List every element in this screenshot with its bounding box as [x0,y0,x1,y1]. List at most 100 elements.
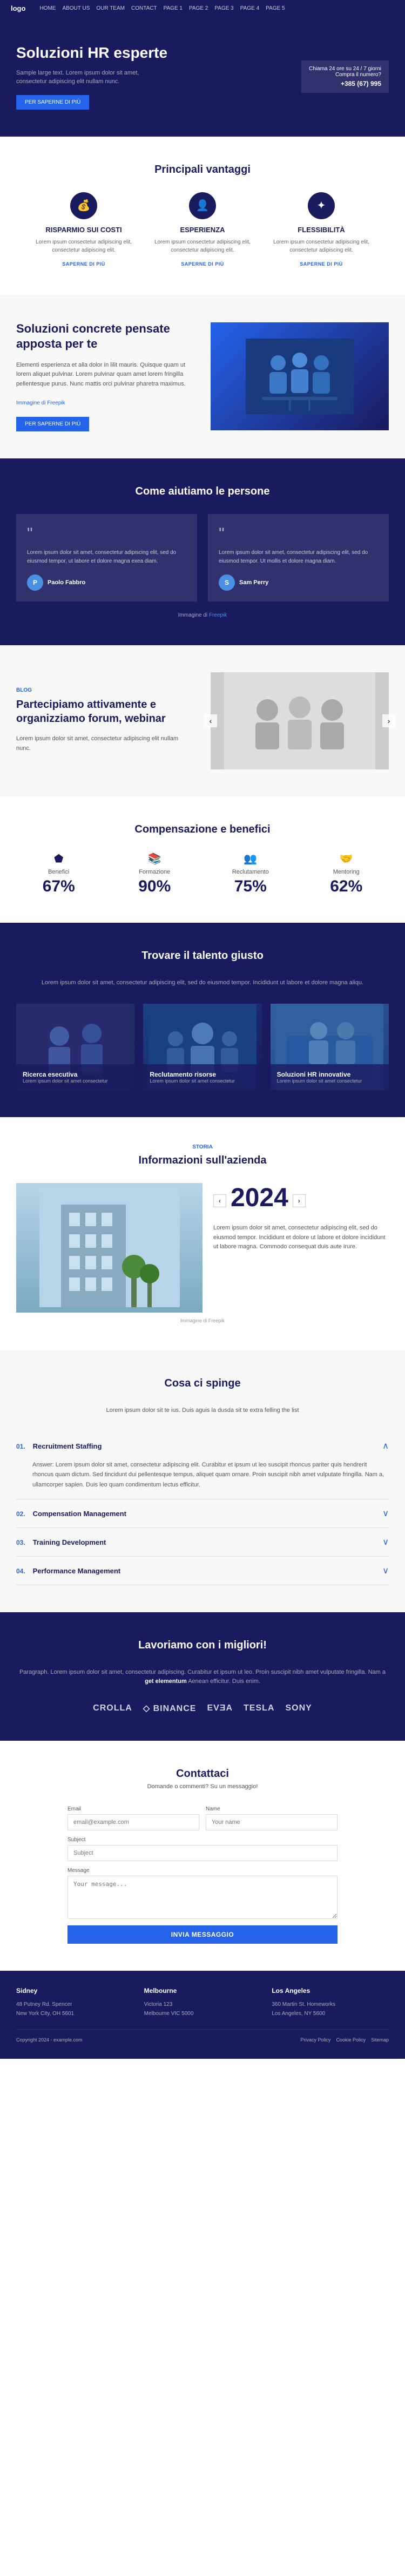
azienda-freepik-link[interactable]: Freepik [208,1318,225,1323]
eventi-content: BLOG Partecipiamo attivamente e organizz… [16,687,194,753]
footer-links: Privacy Policy Cookie Policy Sitemap [300,2037,389,2043]
soluzioni-section: Soluzioni concrete pensate apposta per t… [0,294,405,458]
accordion-item-2: 03. Training Development ∨ [16,1528,389,1557]
vantaggi-title: Principali vantaggi [16,164,389,176]
esperienza-link[interactable]: SAPERNE DI PIÙ [181,261,224,267]
carousel-next-button[interactable]: › [382,714,395,727]
name-label: Name [206,1806,338,1812]
nav-page5[interactable]: PAGE 5 [266,5,285,11]
vantaggio-item-flessibilita: ✦ FLESSIBILITÀ Lorem ipsum consectetur a… [267,192,375,267]
accordion-title-2: Training Development [33,1538,106,1546]
author-avatar-0: P [27,574,43,591]
footer-addr-0: 48 Putney Rd. SpencerNew York City, OH 5… [16,2000,133,2018]
accordion-arrow-2: ∨ [382,1537,389,1547]
nav-logo[interactable]: logo [11,4,25,12]
azienda-text: Lorem ipsum dolor sit amet, consectetur … [213,1223,389,1252]
talento-card-title-0: Ricerca esecutiva [23,1071,128,1078]
talento-card-text-2: Lorem ipsum dolor sit amet consectetur [277,1078,382,1084]
accordion-header-left-0: 01. Recruitment Staffing [16,1442,102,1450]
nav-page3[interactable]: PAGE 3 [214,5,233,11]
eventi-image [211,672,389,769]
name-input[interactable] [206,1814,338,1830]
comp-formazione: 📚 Formazione 90% [112,852,198,896]
soluzioni-cta-button[interactable]: PER SAPERNE DI PIÙ [16,417,89,431]
testimonial-item-1: " Lorem ipsum dolor sit amet, consectetu… [208,514,389,601]
footer-addr-2: 360 Martin St. HomeworksLos Angeles, NY … [272,2000,389,2018]
accordion-header-left-1: 02. Compensation Management [16,1509,126,1518]
talento-card-overlay-2: Soluzioni HR innovative Lorem ipsum dolo… [271,1064,389,1090]
testimonial-author-0: P Paolo Fabbro [27,574,186,591]
testimonials-section: Come aiutiamo le persone " Lorem ipsum d… [0,458,405,645]
partners-subtitle-post: Aenean efficitur. Duis enim. [188,1678,260,1685]
form-field-email: Email [68,1806,199,1830]
message-label: Message [68,1868,338,1874]
risparmio-icon: 💰 [70,192,97,219]
contatti-title: Contattaci [16,1768,389,1780]
footer-offices: Sidney 48 Putney Rd. SpencerNew York Cit… [16,1987,389,2018]
nav-page1[interactable]: PAGE 1 [164,5,183,11]
nav-page4[interactable]: PAGE 4 [240,5,259,11]
azienda-title: Informazioni sull'azienda [16,1154,389,1167]
email-input[interactable] [68,1814,199,1830]
eventi-tag: BLOG [16,687,194,693]
flessibilita-link[interactable]: SAPERNE DI PIÙ [300,261,343,267]
footer-office-sidney: Sidney 48 Putney Rd. SpencerNew York Cit… [16,1987,133,2018]
soluzioni-content: Soluzioni concrete pensate apposta per t… [16,321,194,431]
accordion-item-3: 04. Performance Management ∨ [16,1557,389,1585]
hero-contact-label: Chiama 24 ore su 24 / 7 giorni [309,66,381,72]
form-field-message: Message [68,1868,338,1919]
author-name-1: Sam Perry [239,579,268,586]
comp-benefici: ⬟ Benefici 67% [16,852,102,896]
soluzioni-image-link[interactable]: Immagine di Freepik [16,400,194,406]
footer-copyright: Copyright 2024 - example.com [16,2037,83,2043]
hero-contact-box: Chiama 24 ore su 24 / 7 giorni Compra il… [211,60,389,93]
eventi-section: BLOG Partecipiamo attivamente e organizz… [0,645,405,796]
benefici-value: 67% [16,877,102,896]
carousel-prev-button[interactable]: ‹ [204,714,217,727]
soluzioni-image [211,322,389,430]
message-textarea[interactable] [68,1876,338,1919]
formazione-icon: 📚 [112,852,198,866]
nav-home[interactable]: HOME [39,5,56,11]
azienda-prev-button[interactable]: ‹ [213,1194,226,1207]
mentoring-icon: 🤝 [304,852,389,866]
nav-about[interactable]: ABOUT US [62,5,90,11]
form-submit-button[interactable]: INVIA MESSAGGIO [68,1925,338,1944]
hero-cta-button[interactable]: PER SAPERNE DI PIÙ [16,95,89,110]
nav-team[interactable]: OUR TEAM [96,5,125,11]
partners-section: Lavoriamo con i migliori! Paragraph. Lor… [0,1612,405,1741]
accordion-header-2[interactable]: 03. Training Development ∨ [16,1528,389,1556]
nav-contact[interactable]: CONTACT [131,5,157,11]
comp-mentoring: 🤝 Mentoring 62% [304,852,389,896]
nav-page2[interactable]: PAGE 2 [189,5,208,11]
talento-card-title-2: Soluzioni HR innovative [277,1071,382,1078]
accordion-header-1[interactable]: 02. Compensation Management ∨ [16,1499,389,1527]
mentoring-label: Mentoring [304,869,389,875]
freepik-link[interactable]: Freepik [209,612,227,618]
accordion-header-0[interactable]: 01. Recruitment Staffing ∧ [16,1432,389,1460]
azienda-next-button[interactable]: › [293,1194,306,1207]
reclutamento-icon: 👥 [208,852,293,866]
azienda-section: STORIA Informazioni sull'azienda [0,1117,405,1350]
footer-link-sitemap[interactable]: Sitemap [371,2037,389,2043]
risparmio-link[interactable]: SAPERNE DI PIÙ [62,261,105,267]
accordion-header-3[interactable]: 04. Performance Management ∨ [16,1557,389,1585]
subject-input[interactable] [68,1845,338,1861]
accordion-arrow-0: ∧ [382,1441,389,1451]
flessibilita-text: Lorem ipsum consectetur adipiscing elit,… [267,238,375,254]
reclutamento-value: 75% [208,877,293,896]
footer-link-privacy[interactable]: Privacy Policy [300,2037,330,2043]
accordion-num-2: 03. [16,1539,25,1546]
mentoring-value: 62% [304,877,389,896]
footer-office-la: Los Angeles 360 Martin St. HomeworksLos … [272,1987,389,2018]
flessibilita-title: FLESSIBILITÀ [267,226,375,234]
compensazione-title: Compensazione e benefici [16,823,389,836]
talento-card-text-1: Lorem ipsum dolor sit amet consectetur [150,1078,255,1084]
testimonial-item-0: " Lorem ipsum dolor sit amet, consectetu… [16,514,197,601]
azienda-info: ‹ 2024 › Lorem ipsum dolor sit amet, con… [213,1183,389,1313]
testimonial-text-0: Lorem ipsum dolor sit amet, consectetur … [27,549,186,566]
formazione-label: Formazione [112,869,198,875]
footer-link-cookie[interactable]: Cookie Policy [336,2037,366,2043]
accordion-item-0: 01. Recruitment Staffing ∧ Answer: Lorem… [16,1432,389,1499]
benefici-icon: ⬟ [16,852,102,866]
